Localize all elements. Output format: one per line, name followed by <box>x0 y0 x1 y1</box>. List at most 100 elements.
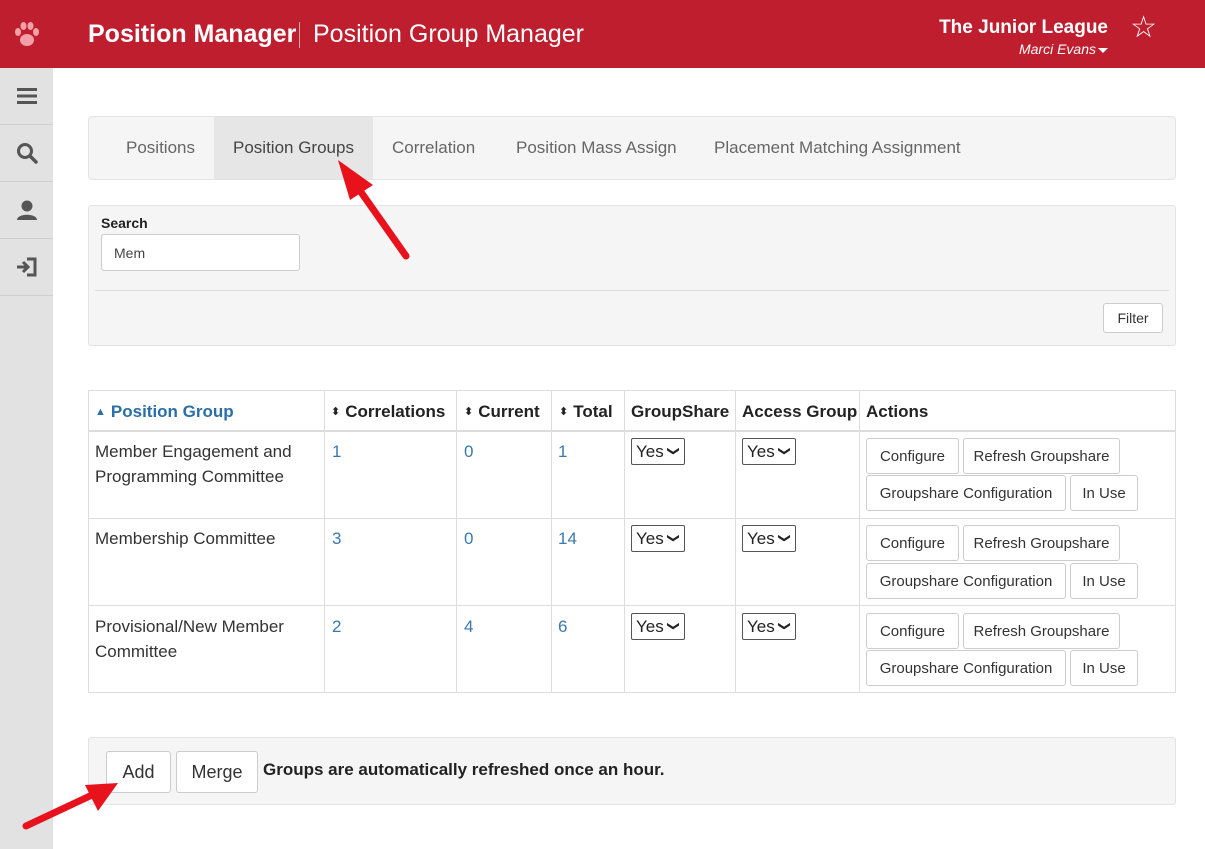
access-group-select[interactable]: Yes ❯ <box>742 613 796 640</box>
sort-icon: ⬍ <box>331 406 341 418</box>
groupshare-select[interactable]: Yes ❯ <box>631 438 685 465</box>
merge-button[interactable]: Merge <box>176 751 258 793</box>
correlations-link[interactable]: 1 <box>332 439 341 464</box>
select-value: Yes <box>747 528 775 548</box>
row-divider <box>89 605 1175 606</box>
org-name: The Junior League <box>939 17 1108 38</box>
in-use-button[interactable]: In Use <box>1070 650 1138 686</box>
groupshare-configuration-button[interactable]: Groupshare Configuration <box>866 563 1066 599</box>
current-link[interactable]: 0 <box>464 439 473 464</box>
search-label: Search <box>101 215 148 231</box>
refresh-groupshare-button[interactable]: Refresh Groupshare <box>963 525 1120 561</box>
access-group-select[interactable]: Yes ❯ <box>742 438 796 465</box>
column-header-access-group: Access Group <box>742 402 858 421</box>
sidebar <box>0 68 53 849</box>
row-divider <box>89 518 1175 519</box>
search-panel: Search Filter <box>88 205 1176 346</box>
tab-placement-matching-assignment[interactable]: Placement Matching Assignment <box>695 117 980 179</box>
column-divider <box>551 391 552 692</box>
select-value: Yes <box>636 528 664 548</box>
column-header-groupshare: GroupShare <box>631 402 730 421</box>
star-icon[interactable]: ☆ <box>1130 10 1157 45</box>
add-button[interactable]: Add <box>106 751 171 793</box>
app-title[interactable]: Position Manager <box>88 20 296 49</box>
sidebar-item-menu[interactable] <box>0 68 53 125</box>
column-divider <box>735 391 736 692</box>
groupshare-select[interactable]: Yes ❯ <box>631 613 685 640</box>
position-group-table: ▲ Position Group ⬍ Correlations ⬍ Current ⬍… <box>88 390 1176 693</box>
groupshare-select[interactable]: Yes ❯ <box>631 525 685 552</box>
column-divider <box>859 391 860 692</box>
tab-position-groups[interactable]: Position Groups <box>214 117 373 179</box>
logout-icon <box>16 257 36 277</box>
row-divider <box>89 430 1175 432</box>
column-header-label: Position Group <box>110 402 234 421</box>
configure-button[interactable]: Configure <box>866 438 959 474</box>
in-use-button[interactable]: In Use <box>1070 475 1138 511</box>
divider <box>95 290 1169 291</box>
search-input[interactable] <box>101 234 300 271</box>
tab-correlation[interactable]: Correlation <box>373 117 494 179</box>
search-icon <box>16 143 38 164</box>
filter-button[interactable]: Filter <box>1103 303 1163 333</box>
column-header-position-group[interactable]: ▲ Position Group <box>95 402 234 422</box>
row-name-line: Membership Committee <box>95 529 276 548</box>
in-use-button[interactable]: In Use <box>1070 563 1138 599</box>
column-header-total[interactable]: ⬍ Total <box>559 402 613 422</box>
row-name-line: Provisional/New Member <box>95 617 284 636</box>
tab-position-mass-assign[interactable]: Position Mass Assign <box>497 117 696 179</box>
table-row-name: Provisional/New Member Committee <box>95 614 284 664</box>
refresh-groupshare-button[interactable]: Refresh Groupshare <box>963 613 1120 649</box>
correlations-link[interactable]: 2 <box>332 614 341 639</box>
select-value: Yes <box>636 616 664 636</box>
select-value: Yes <box>747 441 775 461</box>
sidebar-item-logout[interactable] <box>0 239 53 296</box>
current-link[interactable]: 4 <box>464 614 473 639</box>
footer-actions: Add Merge Groups are automatically refre… <box>88 737 1176 805</box>
correlations-link[interactable]: 3 <box>332 526 341 551</box>
sort-icon: ⬍ <box>559 406 569 418</box>
column-header-label: Current <box>478 402 540 421</box>
chevron-down-icon: ❯ <box>777 532 792 544</box>
paw-icon[interactable] <box>0 0 53 68</box>
user-menu[interactable]: Marci Evans <box>1019 41 1108 57</box>
table-row-name: Membership Committee <box>95 526 275 551</box>
row-name-line: Programming Committee <box>95 467 284 486</box>
caret-down-icon <box>1098 47 1108 53</box>
title-separator <box>299 22 300 48</box>
configure-button[interactable]: Configure <box>866 613 959 649</box>
sidebar-item-search[interactable] <box>0 125 53 182</box>
total-link[interactable]: 14 <box>558 526 577 551</box>
column-header-label: Total <box>573 402 613 421</box>
total-link[interactable]: 1 <box>558 439 567 464</box>
access-group-select[interactable]: Yes ❯ <box>742 525 796 552</box>
refresh-groupshare-button[interactable]: Refresh Groupshare <box>963 438 1120 474</box>
menu-icon <box>16 88 37 104</box>
total-link[interactable]: 6 <box>558 614 567 639</box>
sort-icon: ⬍ <box>464 406 474 418</box>
sidebar-item-user[interactable] <box>0 182 53 239</box>
user-icon <box>16 200 37 220</box>
sort-up-icon: ▲ <box>95 406 106 418</box>
user-name: Marci Evans <box>1018 41 1096 57</box>
configure-button[interactable]: Configure <box>866 525 959 561</box>
tab-positions[interactable]: Positions <box>107 117 214 179</box>
column-divider <box>324 391 325 692</box>
refresh-note: Groups are automatically refreshed once … <box>263 760 665 779</box>
chevron-down-icon: ❯ <box>666 445 681 457</box>
column-header-current[interactable]: ⬍ Current <box>464 402 540 422</box>
chevron-down-icon: ❯ <box>666 532 681 544</box>
row-name-line: Committee <box>95 642 178 661</box>
select-value: Yes <box>747 616 775 636</box>
nav-tabs: Positions Position Groups Correlation Po… <box>88 116 1176 180</box>
column-header-correlations[interactable]: ⬍ Correlations <box>331 402 445 422</box>
groupshare-configuration-button[interactable]: Groupshare Configuration <box>866 650 1066 686</box>
chevron-down-icon: ❯ <box>777 445 792 457</box>
column-divider <box>624 391 625 692</box>
column-header-label: Correlations <box>345 402 446 421</box>
column-divider <box>456 391 457 692</box>
page-title: Position Group Manager <box>313 20 584 48</box>
chevron-down-icon: ❯ <box>777 620 792 632</box>
groupshare-configuration-button[interactable]: Groupshare Configuration <box>866 475 1066 511</box>
current-link[interactable]: 0 <box>464 526 473 551</box>
